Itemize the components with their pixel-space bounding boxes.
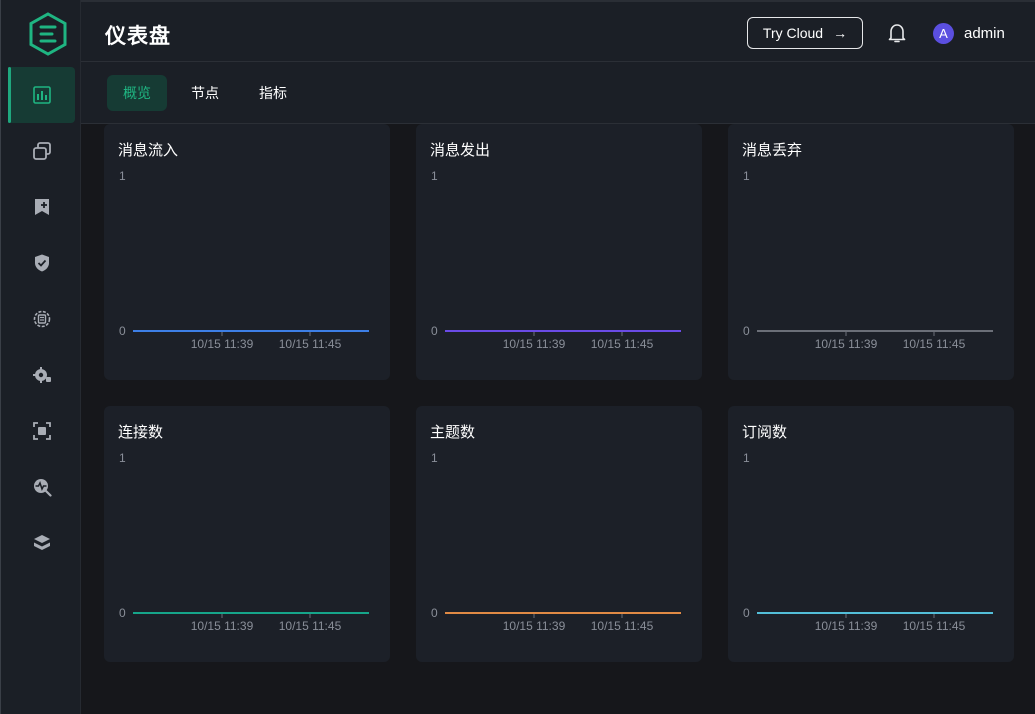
y-tick-label: 0 [431, 324, 438, 338]
arrow-right-icon: → [833, 25, 848, 41]
x-tick-label: 10/15 11:45 [903, 337, 966, 351]
y-tick-label: 0 [119, 324, 126, 338]
y-tick-label: 0 [431, 606, 438, 620]
sidebar-item-dashboard[interactable] [8, 67, 75, 123]
y-tick-label: 1 [743, 169, 750, 183]
x-tick-label: 10/15 11:39 [815, 337, 878, 351]
chart-card-topics: 0 1 10/15 11:39 10/15 11:45 主题数 [416, 406, 702, 662]
chart-title: 消息丢弃 [742, 141, 803, 159]
chart-title: 订阅数 [742, 423, 788, 441]
x-tick-label: 10/15 11:39 [503, 337, 566, 351]
x-tick-label: 10/15 11:39 [815, 619, 878, 633]
chart-incoming: 0 1 10/15 11:39 10/15 11:45 [119, 169, 369, 351]
chart-card-subscriptions: 0 1 10/15 11:39 10/15 11:45 订阅数 [728, 406, 1014, 662]
sidebar-item-extensions[interactable] [8, 403, 75, 459]
sidebar-item-access-control[interactable] [8, 235, 75, 291]
tab-bar: 概览 节点 指标 [81, 62, 1035, 124]
chart-title: 连接数 [118, 423, 164, 441]
x-tick-label: 10/15 11:39 [191, 619, 254, 633]
try-cloud-label: Try Cloud [762, 25, 824, 41]
y-tick-label: 1 [119, 451, 126, 465]
chart-topics: 0 1 10/15 11:39 10/15 11:45 [431, 451, 681, 633]
x-tick-label: 10/15 11:45 [591, 619, 654, 633]
settings-icon [32, 367, 51, 383]
chart-card-connections: 0 1 10/15 11:39 10/15 11:45 连接数 [104, 406, 390, 662]
sidebar-item-integration[interactable] [8, 291, 75, 347]
sidebar-item-clients[interactable] [8, 123, 75, 179]
username[interactable]: admin [964, 25, 1005, 42]
try-cloud-button[interactable]: Try Cloud → [747, 17, 863, 49]
x-tick-label: 10/15 11:45 [279, 619, 342, 633]
chart-title: 消息发出 [430, 141, 491, 159]
chart-title: 消息流入 [118, 141, 179, 159]
tab-nodes[interactable]: 节点 [175, 75, 235, 111]
integration-icon [33, 310, 50, 328]
avatar[interactable]: A [933, 23, 954, 44]
x-tick-label: 10/15 11:39 [191, 337, 254, 351]
sidebar-item-management[interactable] [8, 347, 75, 403]
bell-icon[interactable] [887, 22, 907, 44]
system-icon [33, 535, 50, 550]
sidebar-item-diagnose[interactable] [8, 459, 75, 515]
x-tick-label: 10/15 11:45 [279, 337, 342, 351]
dashboard-icon [32, 86, 51, 104]
y-tick-label: 1 [119, 169, 126, 183]
x-tick-label: 10/15 11:45 [903, 619, 966, 633]
subscriptions-icon [34, 199, 49, 215]
extensions-icon [32, 422, 51, 440]
clients-icon [32, 142, 51, 160]
chart-outgoing: 0 1 10/15 11:39 10/15 11:45 [431, 169, 681, 351]
chart-title: 主题数 [430, 423, 476, 441]
shield-icon [34, 254, 49, 272]
y-tick-label: 0 [743, 606, 750, 620]
x-tick-label: 10/15 11:45 [591, 337, 654, 351]
y-tick-label: 0 [743, 324, 750, 338]
y-tick-label: 1 [743, 451, 750, 465]
y-tick-label: 0 [119, 606, 126, 620]
chart-card-incoming: 0 1 10/15 11:39 10/15 11:45 消息流入 [104, 124, 390, 380]
y-tick-label: 1 [431, 451, 438, 465]
sidebar [0, 0, 81, 714]
emqx-logo-icon[interactable] [28, 12, 68, 56]
chart-card-outgoing: 0 1 10/15 11:39 10/15 11:45 消息发出 [416, 124, 702, 380]
top-header: 仪表盘 Try Cloud → A admin [81, 0, 1035, 62]
page-title: 仪表盘 [105, 24, 171, 48]
tab-metrics[interactable]: 指标 [243, 75, 303, 111]
app-window: 仪表盘 Try Cloud → A admin 概览 节点 指标 0 1 10/15… [0, 0, 1035, 714]
tab-overview[interactable]: 概览 [107, 75, 167, 111]
chart-card-dropped: 0 1 10/15 11:39 10/15 11:45 消息丢弃 [728, 124, 1014, 380]
sidebar-item-system[interactable] [8, 515, 75, 571]
chart-connections: 0 1 10/15 11:39 10/15 11:45 [119, 451, 369, 633]
diagnose-icon [33, 479, 52, 497]
chart-dropped: 0 1 10/15 11:39 10/15 11:45 [743, 169, 993, 351]
y-tick-label: 1 [431, 169, 438, 183]
x-tick-label: 10/15 11:39 [503, 619, 566, 633]
chart-subscriptions: 0 1 10/15 11:39 10/15 11:45 [743, 451, 993, 633]
sidebar-item-subscriptions[interactable] [8, 179, 75, 235]
